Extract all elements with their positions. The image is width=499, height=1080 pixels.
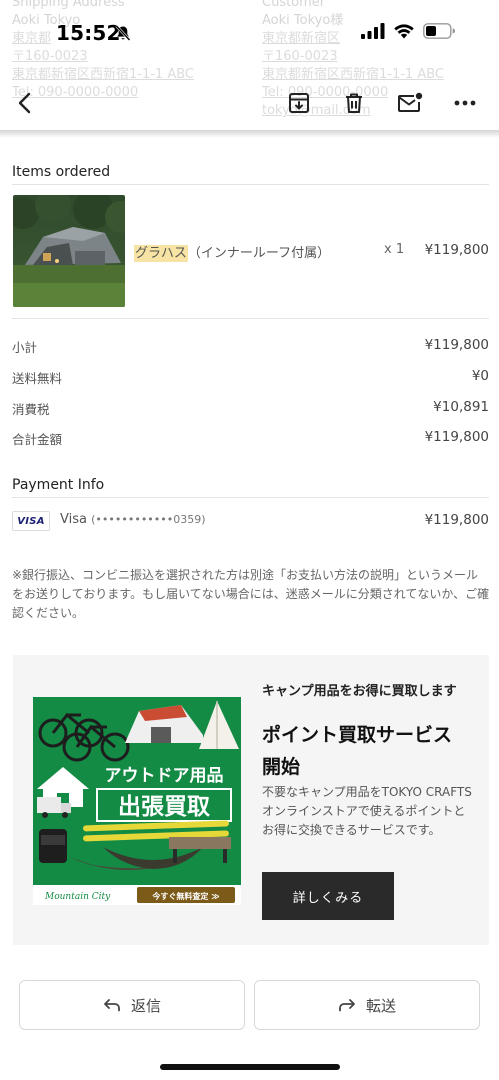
- payment-info-heading: Payment Info: [12, 477, 105, 493]
- payment-amount: ¥119,800: [424, 512, 489, 528]
- wifi-icon: [394, 24, 414, 39]
- archive-button[interactable]: [282, 86, 316, 120]
- summary-label: 合計金額: [12, 432, 63, 447]
- banner-line2: 出張買取: [118, 794, 210, 820]
- payment-method: Visa (••••••••••••0359): [60, 512, 206, 527]
- status-indicators: [361, 23, 455, 39]
- mail-toolbar: [0, 74, 499, 132]
- divider: [12, 318, 489, 319]
- forward-label: 転送: [365, 996, 396, 1015]
- product-quantity: x 1: [384, 242, 405, 257]
- battery-icon: [423, 23, 455, 39]
- home-indicator[interactable]: [160, 1064, 340, 1070]
- visa-card-icon: VISA: [12, 511, 50, 531]
- banner-line1: アウトドア用品: [105, 766, 224, 786]
- summary-row-subtotal: 小計 ¥119,800: [12, 337, 489, 357]
- summary-value: ¥0: [471, 368, 489, 384]
- bell-slash-icon: [115, 25, 131, 41]
- card-masked-number: (••••••••••••0359): [91, 513, 206, 526]
- summary-row-shipping: 送料無料 ¥0: [12, 368, 489, 388]
- header-shadow: [0, 130, 499, 138]
- promo-details-button[interactable]: 詳しくみる: [262, 872, 394, 920]
- promo-subtitle: キャンプ用品をお得に買取します: [262, 684, 457, 699]
- product-name[interactable]: グラハス（インナールーフ付属）: [134, 242, 331, 262]
- product-name-rest: （インナールーフ付属）: [187, 246, 331, 261]
- status-time: 15:52: [56, 21, 121, 45]
- delete-button[interactable]: [337, 86, 371, 120]
- product-price: ¥119,800: [424, 242, 489, 258]
- summary-label: 消費税: [12, 402, 50, 417]
- product-name-highlight: グラハス: [134, 245, 188, 262]
- forward-button[interactable]: 転送: [254, 980, 480, 1030]
- promo-description: 不要なキャンプ用品をTOKYO CRAFTSオンラインストアで使えるポイントとお…: [262, 785, 472, 837]
- banner-cta: 今すぐ無料査定 ≫: [151, 891, 219, 901]
- more-button[interactable]: [448, 86, 482, 120]
- forward-icon: [339, 999, 355, 1012]
- promo-title: ポイント買取サービス開始: [262, 724, 453, 778]
- divider: [12, 497, 489, 498]
- divider: [12, 184, 489, 185]
- summary-value: ¥119,800: [424, 429, 489, 445]
- promo-banner-image[interactable]: アウトドア用品 出張買取 Mountain City 今すぐ無料査定 ≫: [33, 697, 241, 905]
- items-ordered-heading: Items ordered: [12, 164, 111, 180]
- tent-photo-graphic: [13, 195, 125, 307]
- reply-button[interactable]: 返信: [19, 980, 245, 1030]
- card-brand: Visa: [60, 512, 87, 527]
- back-button[interactable]: [8, 86, 42, 120]
- archive-icon: [289, 93, 309, 113]
- summary-label: 小計: [12, 340, 38, 355]
- summary-value: ¥119,800: [424, 337, 489, 353]
- status-bar: 15:52: [0, 0, 499, 68]
- banner-brand: Mountain City: [44, 892, 111, 902]
- mark-unread-button[interactable]: [393, 86, 427, 120]
- more-horizontal-icon: [454, 100, 476, 106]
- visa-logo-text: VISA: [17, 515, 45, 527]
- cellular-signal-icon: [361, 23, 385, 39]
- product-image[interactable]: [13, 195, 125, 307]
- reply-label: 返信: [130, 996, 161, 1015]
- reply-icon: [104, 999, 120, 1012]
- promo-panel: アウトドア用品 出張買取 Mountain City 今すぐ無料査定 ≫ キャン…: [13, 655, 489, 945]
- summary-row-tax: 消費税 ¥10,891: [12, 399, 489, 419]
- chevron-left-icon: [18, 92, 31, 114]
- summary-row-total: 合計金額 ¥119,800: [12, 429, 489, 449]
- summary-label: 送料無料: [12, 371, 63, 386]
- payment-note: ※銀行振込、コンビニ振込を選択された方は別途「お支払い方法の説明」というメールを…: [12, 568, 490, 620]
- trash-icon: [346, 93, 362, 113]
- summary-value: ¥10,891: [433, 399, 489, 415]
- mail-unread-icon: [398, 92, 423, 112]
- outdoor-buyback-graphic: アウトドア用品 出張買取 Mountain City 今すぐ無料査定 ≫: [33, 697, 241, 905]
